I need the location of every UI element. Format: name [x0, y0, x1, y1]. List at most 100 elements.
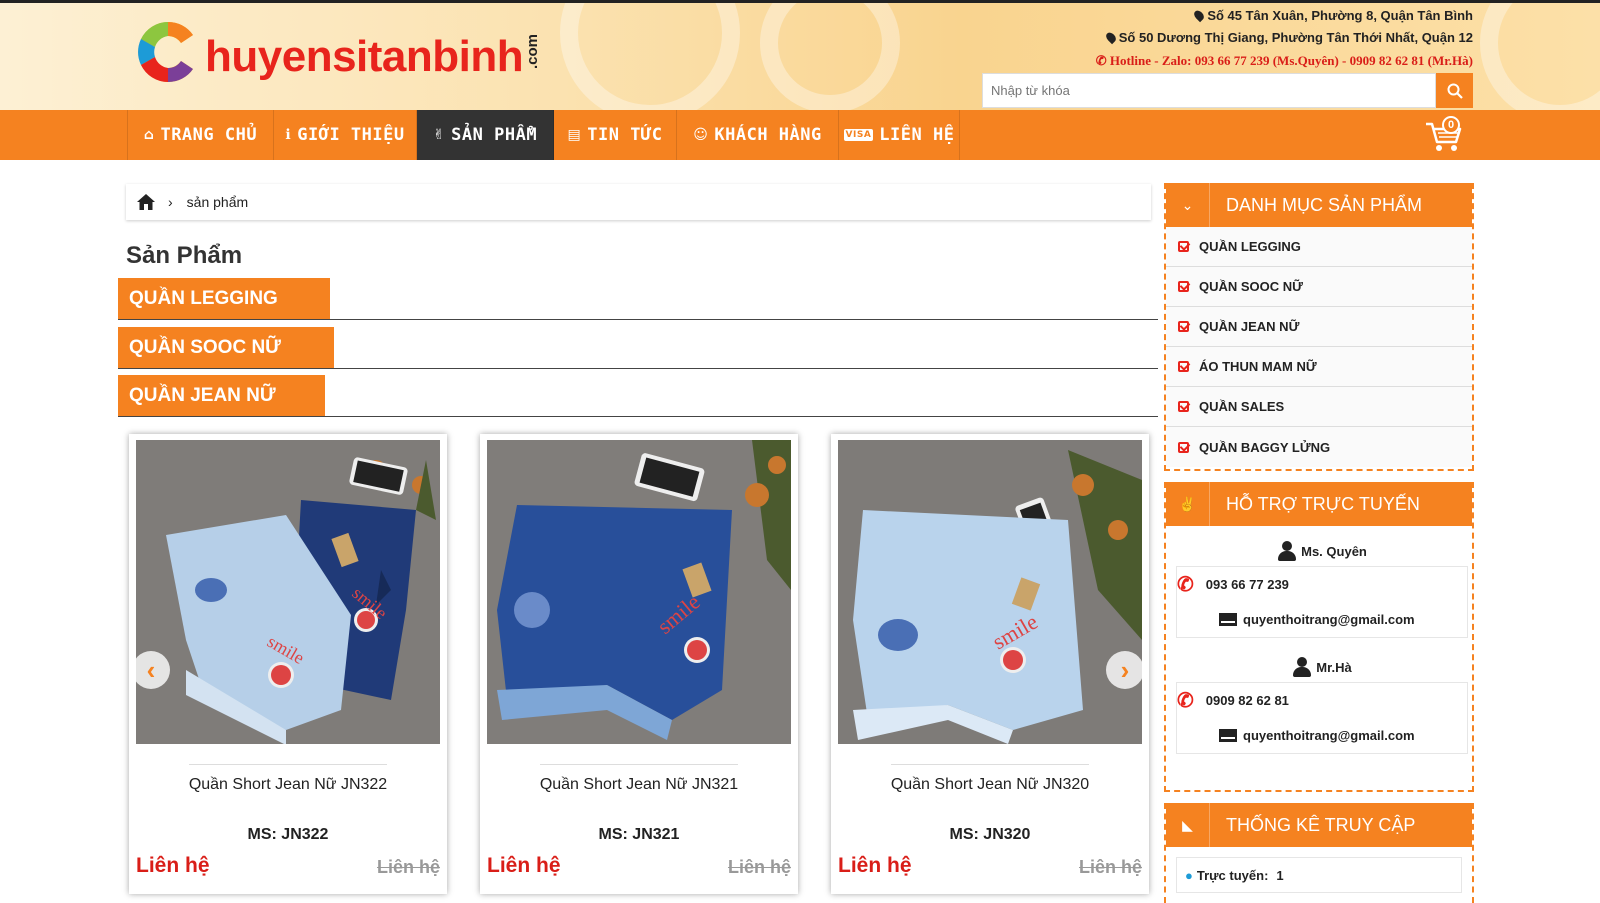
hotline: ✆ Hotline - Zalo: 093 66 77 239 (Ms.Quyê…: [1096, 53, 1473, 69]
map-pin-icon: [1104, 30, 1118, 45]
product-image[interactable]: smile smile: [136, 440, 440, 744]
product-image[interactable]: smile: [838, 440, 1142, 744]
support-phone-text: 093 66 77 239: [1205, 577, 1289, 592]
product-code: MS: JN322: [247, 826, 329, 843]
search-input[interactable]: [982, 73, 1436, 108]
smile-icon: ☺: [693, 127, 709, 143]
address-1-text: Số 45 Tân Xuân, Phường 8, Quận Tân Bình: [1207, 8, 1473, 23]
sidebar-stats: ◣ THỐNG KÊ TRUY CẬP ● Trực tuyến: 1: [1164, 803, 1474, 903]
phone-icon: ✆: [1177, 574, 1194, 596]
search-icon: [1447, 83, 1463, 99]
header-decoration: [760, 3, 900, 110]
sidebar-category-item[interactable]: QUẦN JEAN NỮ: [1166, 307, 1472, 347]
divider: [118, 416, 1158, 417]
support-contact-name: Ms. Quyên: [1176, 536, 1468, 566]
nav-contact-label: LIÊN HỆ: [879, 125, 955, 145]
nav-customers[interactable]: ☺ KHÁCH HÀNG: [677, 110, 839, 160]
peace-hand-icon: ✌: [1166, 482, 1210, 526]
online-stat-row: ● Trực tuyến: 1: [1176, 857, 1462, 893]
support-email[interactable]: quyenthoitrang@gmail.com: [1176, 602, 1468, 638]
sidebar-category-label: QUẦN LEGGING: [1199, 239, 1301, 254]
address-line-2: Số 50 Dương Thị Giang, Phường Tân Thới N…: [1104, 30, 1473, 45]
sidebar-category-label: QUẦN JEAN NỮ: [1199, 319, 1300, 334]
checkbox-check-icon: [1178, 361, 1189, 372]
support-email-text: quyenthoitrang@gmail.com: [1243, 612, 1415, 627]
sidebar-stats-header: ◣ THỐNG KÊ TRUY CẬP: [1166, 803, 1472, 847]
sidebar-category-label: QUẦN SALES: [1199, 399, 1285, 414]
envelope-icon: [1219, 729, 1237, 742]
info-icon: ℹ: [285, 127, 292, 143]
support-phone[interactable]: ✆ 093 66 77 239: [1176, 566, 1468, 602]
sidebar-support: ✌ HỖ TRỢ TRỰC TUYẾN Ms. Quyên ✆ 093 66 77…: [1164, 482, 1474, 792]
logo-text: huyensitanbinh: [205, 32, 524, 81]
header-decoration: [560, 3, 740, 110]
nav-about[interactable]: ℹ GIỚI THIỆU: [274, 110, 417, 160]
phone-icon: ✆: [1177, 690, 1194, 712]
nav-customers-label: KHÁCH HÀNG: [714, 125, 822, 145]
product-price: Liên hệ: [487, 854, 561, 877]
product-price: Liên hệ: [838, 854, 912, 877]
product-card[interactable]: smile Quần Short Jean Nữ JN321 MS: JN321…: [480, 434, 798, 894]
sidebar-category-label: ÁO THUN MAM NỮ: [1199, 359, 1317, 374]
support-phone[interactable]: ✆ 0909 82 62 81: [1176, 682, 1468, 718]
checkbox-check-icon: [1178, 321, 1189, 332]
nav-news[interactable]: ▤ TIN TỨC: [554, 110, 677, 160]
address-line-1: Số 45 Tân Xuân, Phường 8, Quận Tân Bình: [1192, 8, 1473, 23]
sidebar-category-item[interactable]: ÁO THUN MAM NỮ: [1166, 347, 1472, 387]
product-card[interactable]: smile smile Quần Short Jean Nữ JN322 MS:…: [129, 434, 447, 894]
nav-products-label: SẢN PHẨM: [451, 125, 538, 145]
globe-icon: ●: [1185, 867, 1193, 883]
site-logo[interactable]: huyensitanbinh .com: [133, 13, 550, 91]
peace-hand-icon: ✌: [432, 127, 446, 143]
product-image[interactable]: smile: [487, 440, 791, 744]
hotline-text: Hotline - Zalo: 093 66 77 239 (Ms.Quyên)…: [1109, 53, 1473, 68]
sidebar-category-item[interactable]: QUẦN SALES: [1166, 387, 1472, 427]
nav-home[interactable]: ⌂ TRANG CHỦ: [127, 110, 274, 160]
cart-count-badge: 0: [1442, 116, 1460, 134]
product-name[interactable]: Quần Short Jean Nữ JN320: [831, 776, 1149, 794]
header-decoration: [1480, 3, 1600, 110]
sidebar-support-title: HỖ TRỢ TRỰC TUYẾN: [1226, 493, 1420, 514]
phone-icon: ✆: [1095, 53, 1110, 68]
divider: [189, 764, 387, 765]
product-code: MS: JN321: [598, 826, 680, 843]
user-icon: [1277, 541, 1297, 561]
chevron-right-icon: ›: [168, 194, 173, 210]
carousel-next-button[interactable]: ›: [1106, 651, 1144, 689]
support-phone-text: 0909 82 62 81: [1205, 693, 1289, 708]
breadcrumb-current: sản phẩm: [186, 194, 249, 210]
chevron-down-icon: ⌄: [1166, 183, 1210, 227]
support-contact-name: Mr.Hà: [1176, 652, 1468, 682]
support-name-text: Mr.Hà: [1316, 659, 1352, 675]
sidebar-category-item[interactable]: QUẦN LEGGING: [1166, 227, 1472, 267]
nav-about-label: GIỚI THIỆU: [297, 125, 405, 145]
divider: [118, 319, 1158, 320]
support-email[interactable]: quyenthoitrang@gmail.com: [1176, 718, 1468, 754]
online-count: 1: [1276, 867, 1284, 883]
product-name[interactable]: Quần Short Jean Nữ JN321: [480, 776, 798, 794]
product-code: MS: JN320: [949, 826, 1031, 843]
search-button[interactable]: [1436, 73, 1473, 108]
product-name[interactable]: Quần Short Jean Nữ JN322: [129, 776, 447, 794]
main-nav: ⌂ TRANG CHỦ ℹ GIỚI THIỆU ✌ SẢN PHẨM ▤ TIN TỨ…: [0, 110, 1600, 160]
product-price: Liên hệ: [136, 854, 210, 877]
logo-domain: .com: [524, 33, 542, 69]
carousel-prev-button[interactable]: ‹: [132, 651, 170, 689]
chevron-left-icon: ‹: [146, 654, 156, 685]
support-contacts: Ms. Quyên ✆ 093 66 77 239 quyenthoitrang@…: [1166, 526, 1472, 754]
divider: [118, 368, 1158, 369]
envelope-icon: [1219, 613, 1237, 626]
sidebar-category-item[interactable]: QUẦN BAGGY LỬNG: [1166, 427, 1472, 467]
nav-contact[interactable]: VISA LIÊN HỆ: [839, 110, 960, 160]
product-old-price: Liên hệ: [1078, 857, 1142, 877]
home-icon: ⌂: [143, 127, 155, 143]
nav-products[interactable]: ✌ SẢN PHẨM: [417, 110, 554, 160]
home-icon[interactable]: [136, 193, 156, 211]
product-old-price: Liên hệ: [376, 857, 440, 877]
divider: [540, 764, 738, 765]
product-card[interactable]: smile Quần Short Jean Nữ JN320 MS: JN320…: [831, 434, 1149, 894]
sidebar-category-item[interactable]: QUẦN SOOC NỮ: [1166, 267, 1472, 307]
category-label: QUẦN LEGGING: [118, 278, 330, 320]
nav-news-label: TIN TỨC: [587, 125, 663, 145]
sidebar-category-label: QUẦN BAGGY LỬNG: [1199, 439, 1331, 455]
